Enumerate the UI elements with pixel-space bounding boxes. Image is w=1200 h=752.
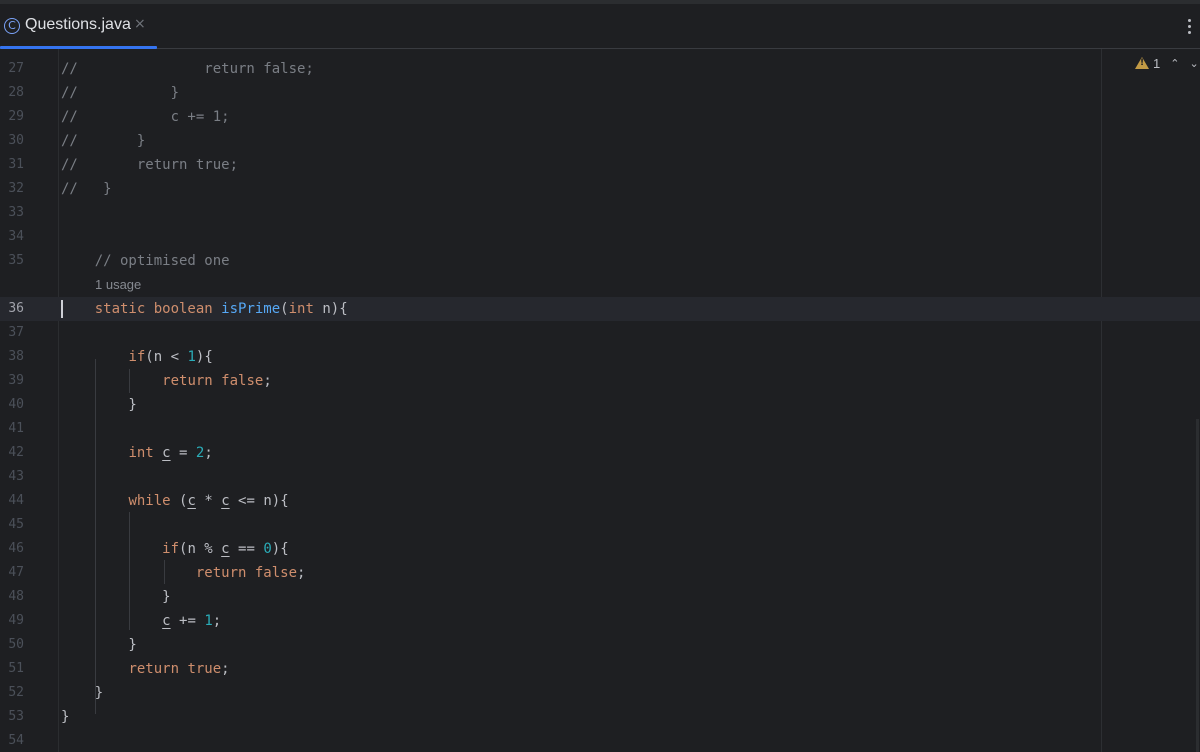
code-text: }	[61, 709, 70, 725]
code-line: 31 // return true;	[0, 153, 1200, 177]
code-text: return false;	[195, 565, 306, 581]
code-line: 38 if(n < 1){	[0, 345, 1200, 369]
line-number: 30	[8, 133, 24, 148]
line-number: 35	[8, 253, 24, 268]
code-text: return true;	[128, 661, 230, 677]
line-number: 39	[8, 373, 24, 388]
line-number: 49	[8, 613, 24, 628]
line-number: 28	[8, 85, 24, 100]
code-text: // }	[61, 133, 146, 149]
code-line: 40 }	[0, 393, 1200, 417]
line-number: 29	[8, 109, 24, 124]
code-line: 51 return true;	[0, 657, 1200, 681]
line-number: 32	[8, 181, 24, 196]
code-text: // }	[61, 181, 112, 197]
code-text: if(n < 1){	[128, 349, 213, 365]
code-text: // return false;	[61, 61, 314, 77]
code-line: 37	[0, 321, 1200, 345]
code-line: 44 while (c * c <= n){	[0, 489, 1200, 513]
line-number: 38	[8, 349, 24, 364]
code-text: }	[61, 685, 104, 701]
code-line: 52 }	[0, 681, 1200, 705]
code-line: 27 // return false;	[0, 57, 1200, 81]
code-text: static boolean isPrime(int n){	[94, 301, 348, 317]
code-editor[interactable]: // if(n % c == 0){ 1 ⌃ ⌄ 27 // return fa…	[0, 49, 1200, 752]
code-text: }	[61, 637, 137, 653]
code-text: }	[61, 589, 171, 605]
line-number: 46	[8, 541, 24, 556]
close-icon[interactable]: ×	[134, 16, 146, 32]
line-number: 37	[8, 325, 24, 340]
more-options-icon[interactable]	[1184, 13, 1194, 39]
code-text: while (c * c <= n){	[128, 493, 289, 509]
code-text: if(n % c == 0){	[162, 541, 289, 557]
code-text: return false;	[162, 373, 272, 389]
line-number: 45	[8, 517, 24, 532]
code-line-partial: // if(n % c == 0){	[0, 49, 1200, 55]
code-line: 33	[0, 201, 1200, 225]
code-line: 47 return false;	[0, 561, 1200, 585]
code-line: 34	[0, 225, 1200, 249]
usage-hint[interactable]: 1 usage	[95, 273, 141, 297]
code-text: int c = 2;	[128, 445, 213, 461]
line-number: 53	[8, 709, 24, 724]
code-line: 30 // }	[0, 129, 1200, 153]
tab-filename: Questions.java	[25, 16, 131, 33]
line-number: 51	[8, 661, 24, 676]
line-number: 42	[8, 445, 24, 460]
code-line: 49 c += 1;	[0, 609, 1200, 633]
code-line: 29 // c += 1;	[0, 105, 1200, 129]
code-line: 53 }	[0, 705, 1200, 729]
code-line: 48 }	[0, 585, 1200, 609]
code-line: 32 // }	[0, 177, 1200, 201]
code-line: 43	[0, 465, 1200, 489]
java-class-icon: C	[4, 18, 20, 34]
code-line: 28 // }	[0, 81, 1200, 105]
editor-tab-bar: C Questions.java ×	[0, 4, 1200, 49]
line-number: 47	[8, 565, 24, 580]
line-number: 48	[8, 589, 24, 604]
code-line: 50 }	[0, 633, 1200, 657]
code-line: 41	[0, 417, 1200, 441]
line-number: 36	[8, 301, 24, 316]
code-text: // optimised one	[61, 253, 230, 269]
line-number: 27	[8, 61, 24, 76]
line-number: 50	[8, 637, 24, 652]
code-line: 39 return false;	[0, 369, 1200, 393]
line-number: 40	[8, 397, 24, 412]
code-line-current: 36 static boolean isPrime(int n){	[0, 297, 1200, 321]
code-line: 45	[0, 513, 1200, 537]
code-line: 54	[0, 729, 1200, 752]
code-text: // }	[61, 85, 180, 101]
code-text: }	[61, 397, 137, 413]
code-text: // c += 1;	[61, 109, 230, 125]
code-line: 35 // optimised one	[0, 249, 1200, 273]
code-vision-hint[interactable]: 1 usage	[0, 273, 1200, 297]
line-number: 33	[8, 205, 24, 220]
tab-questions-java[interactable]: C Questions.java ×	[0, 4, 157, 49]
line-number: 43	[8, 469, 24, 484]
line-number: 34	[8, 229, 24, 244]
code-text: c += 1;	[162, 613, 222, 629]
line-number: 31	[8, 157, 24, 172]
code-text: // return true;	[61, 157, 239, 173]
line-number: 54	[8, 733, 24, 748]
code-line: 42 int c = 2;	[0, 441, 1200, 465]
line-number: 44	[8, 493, 24, 508]
line-number: 41	[8, 421, 24, 436]
line-number: 52	[8, 685, 24, 700]
code-line: 46 if(n % c == 0){	[0, 537, 1200, 561]
